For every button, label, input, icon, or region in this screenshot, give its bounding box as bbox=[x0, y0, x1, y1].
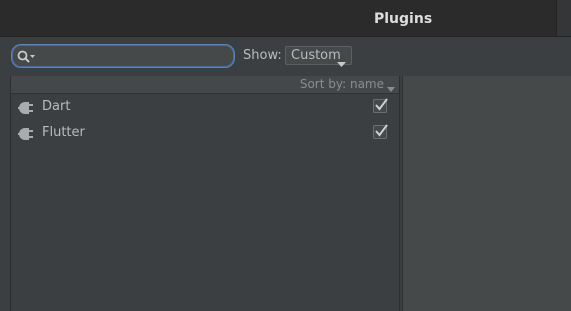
chevron-down-icon bbox=[337, 53, 346, 67]
plugin-list: Sort by: name Dart Flutter bbox=[10, 76, 400, 311]
show-filter-dropdown[interactable]: Custom bbox=[285, 46, 352, 67]
title-bar: Plugins bbox=[0, 0, 571, 37]
title-bar-edge bbox=[556, 0, 571, 36]
show-label: Show: bbox=[243, 48, 282, 63]
show-filter-value: Custom bbox=[291, 48, 341, 63]
plug-icon bbox=[18, 100, 34, 114]
sort-label: Sort by: name bbox=[299, 77, 384, 91]
list-header: Sort by: name bbox=[11, 76, 399, 94]
plug-icon bbox=[18, 126, 34, 140]
plugin-row-dart[interactable]: Dart bbox=[11, 94, 399, 120]
chevron-down-icon bbox=[387, 82, 395, 92]
plugin-row-flutter[interactable]: Flutter bbox=[11, 120, 399, 146]
plugin-enabled-checkbox[interactable] bbox=[373, 124, 388, 139]
plugin-name: Dart bbox=[42, 99, 71, 114]
plugin-name: Flutter bbox=[42, 125, 85, 140]
search-input[interactable] bbox=[40, 47, 225, 64]
search-field[interactable] bbox=[11, 44, 235, 68]
plugin-enabled-checkbox[interactable] bbox=[373, 98, 388, 113]
dialog-title: Plugins bbox=[374, 11, 433, 27]
plugin-details-pane bbox=[402, 76, 571, 311]
search-icon[interactable] bbox=[17, 49, 37, 63]
sort-by-button[interactable]: Sort by: name bbox=[299, 77, 395, 92]
